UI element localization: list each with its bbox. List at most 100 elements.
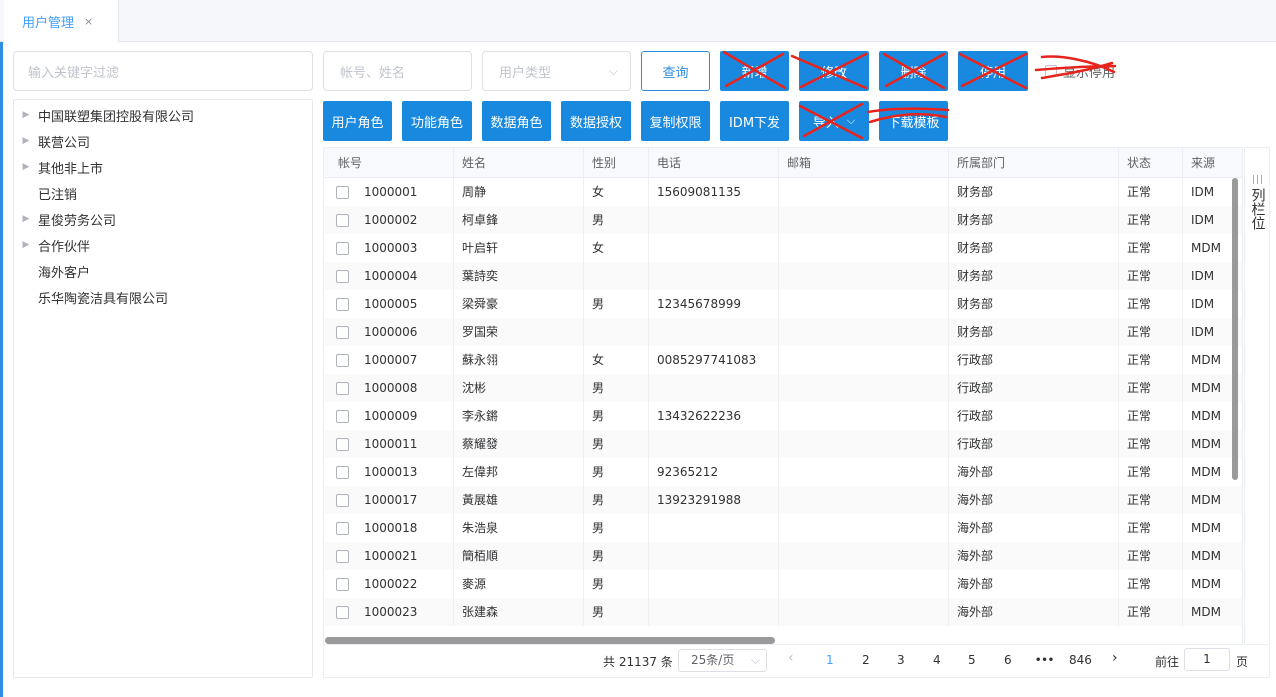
cell-phone	[649, 262, 779, 290]
vertical-scrollbar[interactable]	[1232, 178, 1238, 480]
cell-department: 财务部	[949, 234, 1119, 262]
cell-name: 蔡耀發	[454, 430, 584, 458]
table-row[interactable]: 1000003 叶启轩女财务部 正常 MDM	[324, 234, 1242, 262]
cell-phone: 0085297741083	[649, 346, 779, 374]
cell-phone	[649, 570, 779, 598]
cell-department: 行政部	[949, 346, 1119, 374]
next-page-button[interactable]: ›	[1112, 650, 1118, 666]
function-role-button[interactable]: 功能角色	[402, 101, 472, 141]
caret-right-icon[interactable]: ▶	[14, 240, 38, 250]
caret-right-icon[interactable]: ▶	[14, 136, 38, 146]
prev-page-button[interactable]: ‹	[788, 650, 794, 666]
data-role-button[interactable]: 数据角色	[482, 101, 551, 141]
show-disabled-checkbox[interactable]: 显示停用	[1045, 51, 1115, 91]
table-row[interactable]: 1000017 黃展雄男 13923291988 海外部 正常 MDM	[324, 486, 1242, 514]
cell-account: 1000009	[324, 402, 454, 430]
pagination-ellipsis[interactable]: •••	[1035, 655, 1054, 666]
close-icon[interactable]: ×	[84, 15, 93, 28]
query-button[interactable]: 查询	[641, 51, 710, 91]
caret-right-icon[interactable]: ▶	[14, 110, 38, 120]
column-settings-panel[interactable]: ||| 列栏位	[1244, 147, 1270, 645]
table-row[interactable]: 1000023 张建森男 海外部 正常 MDM	[324, 598, 1242, 626]
cell-phone	[649, 318, 779, 346]
cell-department: 海外部	[949, 458, 1119, 486]
header-department[interactable]: 所属部门	[949, 148, 1119, 178]
cell-department: 海外部	[949, 486, 1119, 514]
cell-account: 1000023	[324, 598, 454, 626]
delete-button[interactable]: 删除	[879, 51, 948, 91]
tree-node[interactable]: ▶ 中国联塑集团控股有限公司	[14, 102, 312, 128]
header-account[interactable]: 帐号	[324, 148, 454, 178]
page-size-select[interactable]: 25条/页 ⌵	[678, 649, 767, 672]
account-name-search-input[interactable]: 帐号、姓名	[323, 51, 472, 91]
table-row[interactable]: 1000018 朱浩泉男 海外部 正常 MDM	[324, 514, 1242, 542]
table-row[interactable]: 1000008 沈彬男行政部 正常 MDM	[324, 374, 1242, 402]
page-number[interactable]: 3	[897, 653, 905, 667]
tree-node[interactable]: 已注销	[14, 180, 312, 206]
import-dropdown-button[interactable]: 导入 ⌵	[799, 101, 869, 141]
tab-user-management[interactable]: 用户管理 ×	[4, 0, 119, 42]
horizontal-scrollbar[interactable]	[325, 637, 775, 644]
tree-node[interactable]: 海外客户	[14, 258, 312, 284]
copy-permission-button[interactable]: 复制权限	[641, 101, 710, 141]
page-number[interactable]: 2	[862, 653, 870, 667]
table-row[interactable]: 1000009 李永鏘男 13432622236 行政部 正常 MDM	[324, 402, 1242, 430]
header-gender[interactable]: 性别	[584, 148, 649, 178]
cell-status: 正常	[1119, 234, 1183, 262]
table-row[interactable]: 1000011 蔡耀發男行政部 正常 MDM	[324, 430, 1242, 458]
cell-status: 正常	[1119, 262, 1183, 290]
tree-node[interactable]: 乐华陶瓷洁具有限公司	[14, 284, 312, 310]
cell-name: 麥源	[454, 570, 584, 598]
table-row[interactable]: 1000013 左偉邦男 92365212 海外部 正常 MDM	[324, 458, 1242, 486]
disable-button[interactable]: 停用	[958, 51, 1028, 91]
user-type-select[interactable]: 用户类型 ⌵	[482, 51, 631, 91]
cell-account: 1000008	[324, 374, 454, 402]
tree-node[interactable]: ▶ 联营公司	[14, 128, 312, 154]
table-row[interactable]: 1000002 柯卓鋒男财务部 正常 IDM	[324, 206, 1242, 234]
caret-right-icon[interactable]: ▶	[14, 214, 38, 224]
table-row[interactable]: 1000007 蘇永翎女 0085297741083 行政部 正常 MDM	[324, 346, 1242, 374]
cell-phone	[649, 598, 779, 626]
cell-email	[779, 234, 949, 262]
table-body: 1000001 周静女 15609081135 财务部 正常 IDM 1000002 柯卓鋒男…	[324, 178, 1242, 626]
tree-node[interactable]: ▶ 其他非上市	[14, 154, 312, 180]
tree-filter-input[interactable]: 输入关键字过滤	[13, 51, 313, 91]
table-row[interactable]: 1000004 葉詩奕 财务部 正常 IDM	[324, 262, 1242, 290]
user-role-button[interactable]: 用户角色	[323, 101, 392, 141]
header-source[interactable]: 来源	[1183, 148, 1242, 178]
page-number-last[interactable]: 846	[1069, 653, 1092, 667]
page-number-active[interactable]: 1	[826, 653, 834, 667]
data-authorization-button[interactable]: 数据授权	[561, 101, 631, 141]
caret-right-icon[interactable]: ▶	[14, 162, 38, 172]
header-status[interactable]: 状态	[1119, 148, 1183, 178]
table-row[interactable]: 1000001 周静女 15609081135 财务部 正常 IDM	[324, 178, 1242, 206]
cell-phone	[649, 514, 779, 542]
header-phone[interactable]: 电话	[649, 148, 779, 178]
cell-email	[779, 570, 949, 598]
tree-node[interactable]: ▶ 合作伙伴	[14, 232, 312, 258]
edit-button[interactable]: 修改	[799, 51, 869, 91]
page-number[interactable]: 5	[968, 653, 976, 667]
table-row[interactable]: 1000005 梁舜豪男 12345678999 财务部 正常 IDM	[324, 290, 1242, 318]
cell-source: MDM	[1183, 598, 1242, 626]
cell-name: 梁舜豪	[454, 290, 584, 318]
page-number[interactable]: 4	[933, 653, 941, 667]
tab-bar: 用户管理 ×	[0, 0, 1276, 42]
cell-email	[779, 206, 949, 234]
add-button[interactable]: 新增	[720, 51, 789, 91]
cell-account: 1000005	[324, 290, 454, 318]
header-name[interactable]: 姓名	[454, 148, 584, 178]
page-number[interactable]: 6	[1004, 653, 1012, 667]
table-row[interactable]: 1000006 罗国荣 财务部 正常 IDM	[324, 318, 1242, 346]
cell-department: 海外部	[949, 598, 1119, 626]
goto-page-input[interactable]: 1	[1184, 648, 1230, 671]
idm-push-button[interactable]: IDM下发	[720, 101, 789, 141]
header-email[interactable]: 邮箱	[779, 148, 949, 178]
checkbox-icon[interactable]	[1045, 65, 1057, 77]
cell-name: 周静	[454, 178, 584, 206]
download-template-button[interactable]: 下载模板	[879, 101, 948, 141]
cell-department: 行政部	[949, 430, 1119, 458]
table-row[interactable]: 1000022 麥源男 海外部 正常 MDM	[324, 570, 1242, 598]
table-row[interactable]: 1000021 簡栢順男 海外部 正常 MDM	[324, 542, 1242, 570]
tree-node[interactable]: ▶ 星俊劳务公司	[14, 206, 312, 232]
